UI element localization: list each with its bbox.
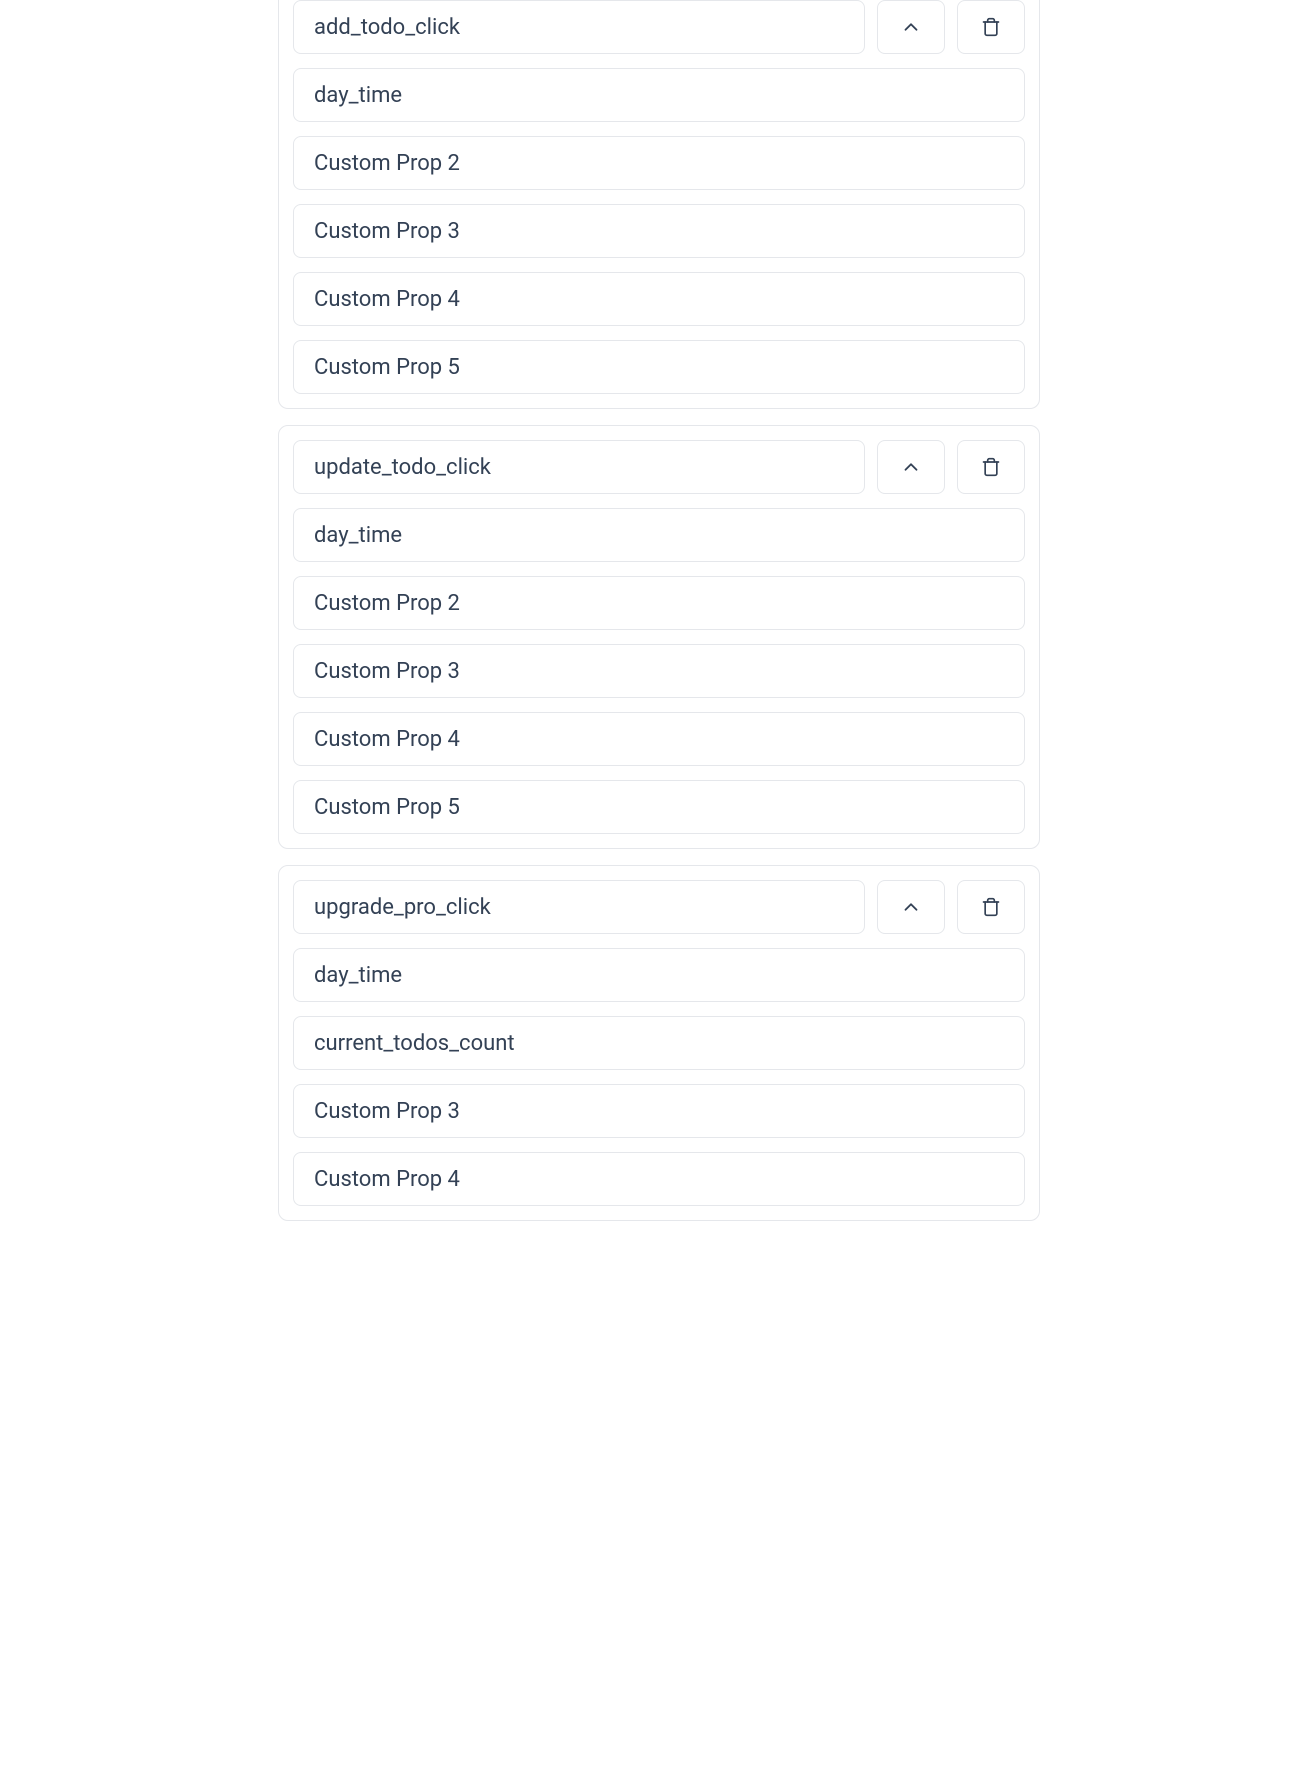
delete-button[interactable]	[957, 0, 1025, 54]
event-card: update_todo_click day_time Custom Prop 2…	[278, 425, 1040, 849]
event-name-input[interactable]: update_todo_click	[293, 440, 865, 494]
delete-button[interactable]	[957, 440, 1025, 494]
prop-row[interactable]: Custom Prop 5	[293, 340, 1025, 394]
event-card: upgrade_pro_click day_time current_todos…	[278, 865, 1040, 1221]
collapse-button[interactable]	[877, 440, 945, 494]
event-card: add_todo_click day_time Custom Prop 2 Cu…	[278, 0, 1040, 409]
prop-row[interactable]: Custom Prop 2	[293, 136, 1025, 190]
prop-row[interactable]: Custom Prop 5	[293, 780, 1025, 834]
collapse-button[interactable]	[877, 0, 945, 54]
prop-row[interactable]: Custom Prop 4	[293, 272, 1025, 326]
event-header-row: update_todo_click	[293, 440, 1025, 494]
prop-row[interactable]: Custom Prop 3	[293, 204, 1025, 258]
trash-icon	[981, 17, 1001, 37]
trash-icon	[981, 897, 1001, 917]
chevron-up-icon	[900, 896, 922, 918]
prop-row[interactable]: Custom Prop 2	[293, 576, 1025, 630]
trash-icon	[981, 457, 1001, 477]
event-header-row: add_todo_click	[293, 0, 1025, 54]
prop-row[interactable]: Custom Prop 3	[293, 1084, 1025, 1138]
chevron-up-icon	[900, 456, 922, 478]
prop-row[interactable]: day_time	[293, 68, 1025, 122]
delete-button[interactable]	[957, 880, 1025, 934]
event-name-input[interactable]: upgrade_pro_click	[293, 880, 865, 934]
collapse-button[interactable]	[877, 880, 945, 934]
events-list: add_todo_click day_time Custom Prop 2 Cu…	[278, 0, 1040, 1221]
event-header-row: upgrade_pro_click	[293, 880, 1025, 934]
prop-row[interactable]: Custom Prop 4	[293, 712, 1025, 766]
prop-row[interactable]: day_time	[293, 508, 1025, 562]
prop-row[interactable]: day_time	[293, 948, 1025, 1002]
prop-row[interactable]: current_todos_count	[293, 1016, 1025, 1070]
prop-row[interactable]: Custom Prop 4	[293, 1152, 1025, 1206]
event-name-input[interactable]: add_todo_click	[293, 0, 865, 54]
chevron-up-icon	[900, 16, 922, 38]
prop-row[interactable]: Custom Prop 3	[293, 644, 1025, 698]
